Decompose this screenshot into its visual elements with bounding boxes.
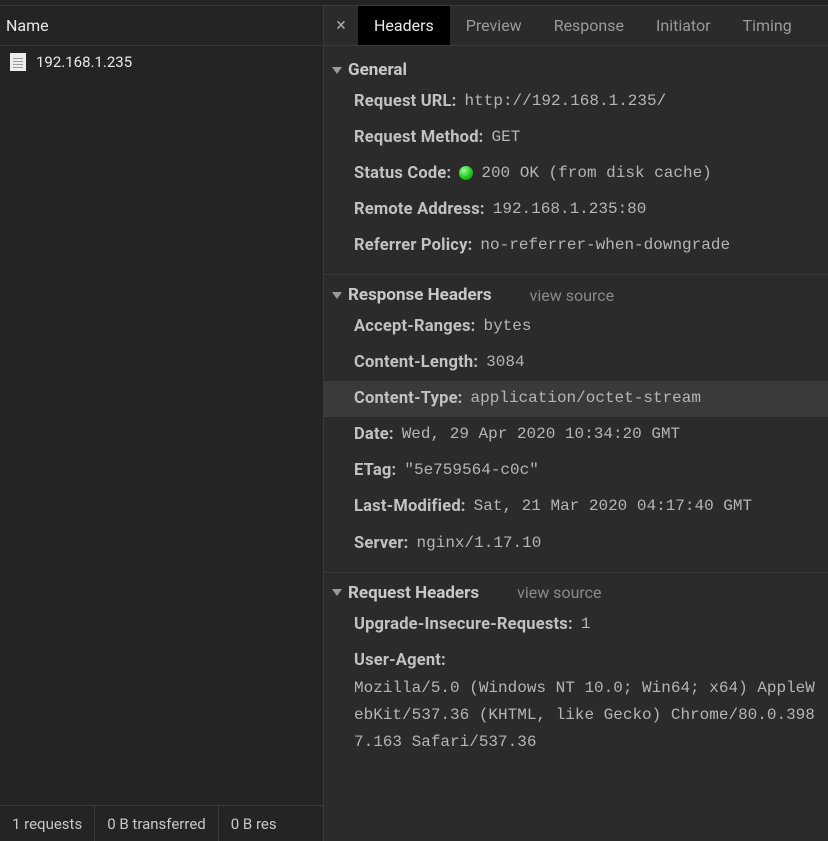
close-icon[interactable]: × [324,6,358,45]
kv-label: ETag: [354,457,396,485]
kv-request-method: Request Method: GET [324,120,828,156]
caret-down-icon [332,67,342,74]
request-row[interactable]: 192.168.1.235 [0,46,323,78]
section-general-title: General [348,60,407,80]
request-list-header[interactable]: Name [0,6,323,46]
kv-label: Server: [354,530,409,558]
request-list: 192.168.1.235 [0,46,323,805]
kv-label: Content-Type: [354,385,463,413]
tab-response[interactable]: Response [538,6,640,45]
kv-label: Request Method: [354,124,484,152]
section-request-headers: Request Headers view source Upgrade-Inse… [324,577,828,771]
section-request-header[interactable]: Request Headers view source [324,577,828,607]
status-text: 200 OK (from disk cache) [481,164,711,182]
kv-label: Content-Length: [354,349,478,377]
kv-user-agent: User-Agent: Mozilla/5.0 (Windows NT 10.0… [324,643,828,761]
request-list-panel: Name 192.168.1.235 1 requests 0 B transf… [0,6,324,841]
kv-label: Last-Modified: [354,493,466,521]
tab-preview[interactable]: Preview [450,6,538,45]
kv-value: nginx/1.17.10 [417,530,542,557]
kv-server: Server: nginx/1.17.10 [324,526,828,562]
kv-label: Request URL: [354,88,457,116]
tab-headers[interactable]: Headers [358,6,450,45]
kv-value: 200 OK (from disk cache) [459,160,711,187]
kv-accept-ranges: Accept-Ranges: bytes [324,309,828,345]
footer-transferred: 0 B transferred [95,806,219,841]
kv-label: Referrer Policy: [354,232,472,260]
kv-last-modified: Last-Modified: Sat, 21 Mar 2020 04:17:40… [324,489,828,525]
request-detail-panel: × Headers Preview Response Initiator Tim… [324,6,828,841]
view-source-link[interactable]: view source [517,583,601,602]
status-dot-icon [459,166,473,180]
kv-value: application/octet-stream [471,385,701,412]
section-general-header[interactable]: General [324,54,828,84]
devtools-network-panel: Name 192.168.1.235 1 requests 0 B transf… [0,6,828,841]
kv-label: User-Agent: [354,647,446,675]
kv-label: Upgrade-Insecure-Requests: [354,611,573,639]
document-icon [10,53,26,71]
kv-status-code: Status Code: 200 OK (from disk cache) [324,156,828,192]
kv-value: "5e759564-c0c" [404,457,538,484]
kv-value: GET [492,124,521,151]
kv-value: Mozilla/5.0 (Windows NT 10.0; Win64; x64… [354,675,824,757]
headers-detail: General Request URL: http://192.168.1.23… [324,46,828,841]
kv-date: Date: Wed, 29 Apr 2020 10:34:20 GMT [324,417,828,453]
kv-label: Accept-Ranges: [354,313,475,341]
kv-content-length: Content-Length: 3084 [324,345,828,381]
kv-value: Sat, 21 Mar 2020 04:17:40 GMT [474,493,752,520]
section-response-headers: Response Headers view source Accept-Rang… [324,279,828,572]
footer-resources: 0 B res [219,806,289,841]
kv-label: Remote Address: [354,196,485,224]
kv-label: Status Code: [354,160,451,188]
kv-value: no-referrer-when-downgrade [480,232,730,259]
section-response-header[interactable]: Response Headers view source [324,279,828,309]
kv-value: Wed, 29 Apr 2020 10:34:20 GMT [402,421,680,448]
kv-value: 1 [581,611,591,638]
kv-value: http://192.168.1.235/ [465,88,667,115]
kv-remote-address: Remote Address: 192.168.1.235:80 [324,192,828,228]
kv-value: bytes [483,313,531,340]
caret-down-icon [332,589,342,596]
tab-timing[interactable]: Timing [727,6,808,45]
kv-upgrade-insecure: Upgrade-Insecure-Requests: 1 [324,607,828,643]
caret-down-icon [332,292,342,299]
section-general: General Request URL: http://192.168.1.23… [324,54,828,275]
kv-referrer-policy: Referrer Policy: no-referrer-when-downgr… [324,228,828,264]
section-response-title: Response Headers [348,285,492,305]
kv-value: 192.168.1.235:80 [493,196,647,223]
request-name: 192.168.1.235 [36,53,132,71]
kv-content-type: Content-Type: application/octet-stream [324,381,828,417]
column-name-label: Name [6,16,49,35]
kv-label: Date: [354,421,394,449]
detail-tabs: × Headers Preview Response Initiator Tim… [324,6,828,46]
kv-value: 3084 [486,349,524,376]
section-request-title: Request Headers [348,583,479,603]
tab-initiator[interactable]: Initiator [640,6,727,45]
kv-request-url: Request URL: http://192.168.1.235/ [324,84,828,120]
kv-etag: ETag: "5e759564-c0c" [324,453,828,489]
view-source-link[interactable]: view source [530,286,614,305]
footer-requests: 1 requests [0,806,95,841]
request-list-footer: 1 requests 0 B transferred 0 B res [0,805,323,841]
